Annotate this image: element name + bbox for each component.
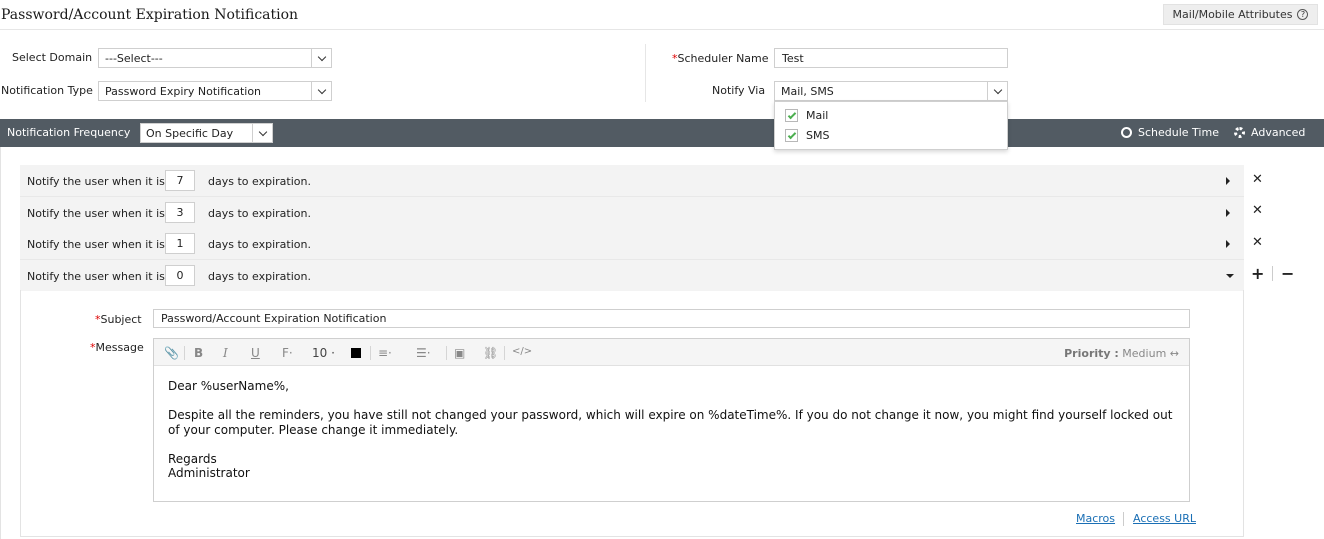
align-icon[interactable]: ≡· — [378, 346, 392, 360]
message-signature: Administrator — [168, 466, 250, 480]
message-greeting: Dear %userName%, — [168, 379, 289, 393]
font-family-icon[interactable]: F· — [282, 346, 293, 360]
rule-prefix: Notify the user when it is — [27, 270, 165, 283]
access-url-link[interactable]: Access URL — [1133, 512, 1196, 525]
notify-via-value: Mail, SMS — [781, 84, 834, 98]
column-divider — [645, 44, 646, 102]
notification-frequency-select[interactable]: On Specific Day — [140, 123, 273, 143]
message-closing: Regards — [168, 451, 217, 466]
scheduler-name-label: *Scheduler Name — [672, 52, 769, 65]
rule-suffix: days to expiration. — [208, 207, 311, 220]
domain-select[interactable]: ---Select--- — [98, 48, 332, 68]
toolbar-divider — [370, 346, 371, 360]
link-icon[interactable]: ⛓ — [483, 346, 498, 360]
mail-mobile-attributes-button[interactable]: Mail/Mobile Attributes ? — [1163, 4, 1318, 25]
notification-frequency-bar: Notification Frequency On Specific Day S… — [0, 119, 1324, 147]
notify-via-label: Notify Via — [712, 84, 766, 97]
message-paragraph: Despite all the reminders, you have stil… — [168, 408, 1173, 437]
source-code-icon[interactable]: </> — [512, 346, 532, 357]
select-domain-label: Select Domain — [12, 51, 93, 64]
expand-caret-icon[interactable] — [1226, 209, 1230, 217]
page-title: Password/Account Expiration Notification — [1, 7, 299, 23]
mail-checkbox[interactable] — [785, 109, 798, 122]
rule-prefix: Notify the user when it is — [27, 238, 165, 251]
subject-input[interactable]: Password/Account Expiration Notification — [153, 309, 1190, 328]
rule-prefix: Notify the user when it is — [27, 207, 165, 220]
notification-frequency-label: Notification Frequency — [7, 126, 131, 139]
rule-prefix: Notify the user when it is — [27, 175, 165, 188]
rule-suffix: days to expiration. — [208, 270, 311, 283]
scheduler-name-input[interactable]: Test — [774, 48, 1008, 68]
message-label: *Message — [90, 341, 144, 354]
days-input[interactable]: 3 — [165, 202, 195, 223]
chevron-down-icon[interactable] — [987, 82, 1007, 100]
scheduler-name-value: Test — [782, 51, 804, 65]
rule-row[interactable]: Notify the user when it is 7 days to exp… — [20, 165, 1244, 197]
attributes-button-label: Mail/Mobile Attributes — [1172, 8, 1293, 21]
font-size-select[interactable]: 10 · — [312, 346, 335, 360]
sms-checkbox[interactable] — [785, 129, 798, 142]
rule-suffix: days to expiration. — [208, 238, 311, 251]
bold-icon[interactable]: B — [194, 346, 203, 360]
notification-type-select[interactable]: Password Expiry Notification — [98, 81, 332, 101]
link-divider — [1123, 512, 1124, 526]
chevron-down-icon[interactable] — [252, 124, 272, 142]
macros-link[interactable]: Macros — [1076, 512, 1115, 525]
notify-option-sms[interactable]: SMS — [785, 129, 829, 142]
gear-icon — [1234, 127, 1245, 138]
advanced-label: Advanced — [1251, 126, 1306, 139]
underline-icon[interactable]: U — [251, 346, 260, 360]
notify-option-mail[interactable]: Mail — [785, 109, 828, 122]
image-icon[interactable]: ▣ — [454, 346, 465, 360]
advanced-button[interactable]: Advanced — [1234, 126, 1305, 139]
remove-rule-button[interactable]: ✕ — [1252, 235, 1263, 250]
help-icon[interactable]: ? — [1297, 9, 1309, 20]
list-icon[interactable]: ☰· — [416, 346, 431, 360]
message-editor[interactable]: 📎 B I U F· 10 · ≡· ☰· ▣ ⛓ </> Priority :… — [153, 338, 1190, 502]
notify-option-label: SMS — [806, 129, 830, 142]
chevron-down-icon[interactable] — [311, 82, 331, 100]
schedule-time-button[interactable]: Schedule Time — [1121, 126, 1219, 139]
priority-select[interactable]: Priority : Medium ↔ — [1064, 347, 1179, 360]
days-input[interactable]: 1 — [165, 233, 195, 254]
toolbar-divider — [446, 346, 447, 360]
text-color-icon[interactable] — [351, 348, 361, 358]
notify-via-select[interactable]: Mail, SMS — [774, 81, 1008, 101]
subject-label: *Subject — [95, 313, 142, 326]
rule-row[interactable]: Notify the user when it is 1 days to exp… — [20, 228, 1244, 260]
italic-icon[interactable]: I — [223, 346, 228, 360]
notify-option-label: Mail — [806, 109, 829, 122]
schedule-time-label: Schedule Time — [1138, 126, 1219, 139]
days-input[interactable]: 7 — [165, 170, 195, 191]
expand-caret-icon[interactable] — [1226, 240, 1230, 248]
check-icon — [787, 130, 796, 139]
notification-type-value: Password Expiry Notification — [105, 84, 262, 98]
notification-frequency-value: On Specific Day — [146, 126, 234, 140]
toolbar-divider — [184, 346, 185, 360]
check-icon — [787, 110, 796, 119]
toolbar-divider — [504, 346, 505, 360]
rule-suffix: days to expiration. — [208, 175, 311, 188]
rule-row[interactable]: Notify the user when it is 3 days to exp… — [20, 197, 1244, 229]
notify-via-dropdown: Mail SMS — [774, 101, 1008, 150]
message-body[interactable]: Dear %userName%, Despite all the reminde… — [168, 379, 1178, 481]
domain-select-value: ---Select--- — [105, 51, 163, 65]
attachment-icon[interactable]: 📎 — [164, 346, 179, 360]
alarm-clock-icon — [1121, 127, 1132, 138]
expand-caret-icon[interactable] — [1226, 177, 1230, 185]
subject-value: Password/Account Expiration Notification — [161, 312, 387, 325]
remove-rule-button[interactable]: − — [1281, 264, 1294, 283]
collapse-caret-icon[interactable] — [1226, 274, 1234, 278]
remove-rule-button[interactable]: ✕ — [1252, 203, 1263, 218]
rule-row-expanded[interactable]: Notify the user when it is 0 days to exp… — [20, 260, 1244, 291]
notification-type-label: Notification Type — [1, 84, 93, 97]
remove-rule-button[interactable]: ✕ — [1252, 172, 1263, 187]
add-rule-button[interactable]: + — [1251, 264, 1264, 283]
chevron-down-icon[interactable] — [311, 49, 331, 67]
editor-toolbar: 📎 B I U F· 10 · ≡· ☰· ▣ ⛓ </> Priority :… — [154, 339, 1189, 366]
action-divider — [1272, 266, 1273, 281]
days-input[interactable]: 0 — [165, 265, 195, 286]
header-divider — [0, 29, 1324, 30]
